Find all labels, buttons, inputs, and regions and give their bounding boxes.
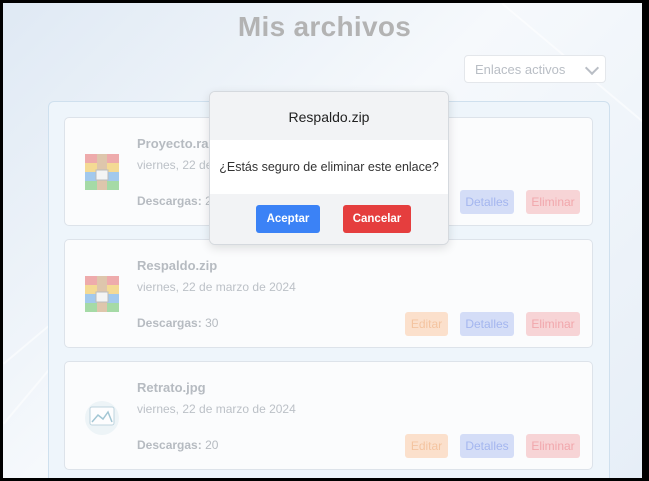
archive-icon xyxy=(85,276,119,312)
file-name[interactable]: Retrato.jpg xyxy=(137,380,206,395)
file-card: Retrato.jpg viernes, 22 de marzo de 2024… xyxy=(64,361,593,470)
details-button[interactable]: Detalles xyxy=(460,312,514,336)
window-edge xyxy=(642,3,646,478)
edit-button[interactable]: Editar xyxy=(405,434,448,458)
file-date: viernes, 22 de xyxy=(137,158,213,172)
file-name[interactable]: Respaldo.zip xyxy=(137,258,217,273)
file-downloads: Descargas: 20 xyxy=(137,194,218,208)
file-name[interactable]: Proyecto.rar xyxy=(137,136,214,151)
downloads-count: 30 xyxy=(205,316,219,330)
file-card: Respaldo.zip viernes, 22 de marzo de 202… xyxy=(64,239,593,348)
file-date: viernes, 22 de marzo de 2024 xyxy=(137,402,296,416)
file-date: viernes, 22 de marzo de 2024 xyxy=(137,280,296,294)
file-downloads: Descargas: 30 xyxy=(137,316,218,330)
delete-confirm-dialog: Respaldo.zip ¿Estás seguro de eliminar e… xyxy=(209,91,449,245)
edit-button[interactable]: Editar xyxy=(405,312,448,336)
app-window: Mis archivos Enlaces activos Proyecto.ra… xyxy=(3,3,646,478)
dialog-message: ¿Estás seguro de eliminar este enlace? xyxy=(219,160,439,174)
downloads-count: 20 xyxy=(205,438,219,452)
details-button[interactable]: Detalles xyxy=(460,190,514,214)
image-icon xyxy=(85,401,119,435)
page-title: Mis archivos xyxy=(237,11,412,42)
downloads-label: Descargas: xyxy=(137,194,202,208)
archive-icon xyxy=(85,154,119,190)
details-button[interactable]: Detalles xyxy=(460,434,514,458)
file-downloads: Descargas: 20 xyxy=(137,438,218,452)
delete-button[interactable]: Eliminar xyxy=(526,312,580,336)
downloads-label: Descargas: xyxy=(137,316,202,330)
link-filter-select[interactable]: Enlaces activos xyxy=(464,55,606,83)
filter-selected-value: Enlaces activos xyxy=(475,62,566,77)
accept-button[interactable]: Aceptar xyxy=(256,205,320,233)
chevron-down-icon xyxy=(584,60,600,76)
cancel-button[interactable]: Cancelar xyxy=(343,205,411,233)
dialog-footer: Aceptar Cancelar xyxy=(210,194,448,244)
downloads-label: Descargas: xyxy=(137,438,202,452)
delete-button[interactable]: Eliminar xyxy=(526,190,580,214)
delete-button[interactable]: Eliminar xyxy=(526,434,580,458)
dialog-title: Respaldo.zip xyxy=(210,92,448,140)
